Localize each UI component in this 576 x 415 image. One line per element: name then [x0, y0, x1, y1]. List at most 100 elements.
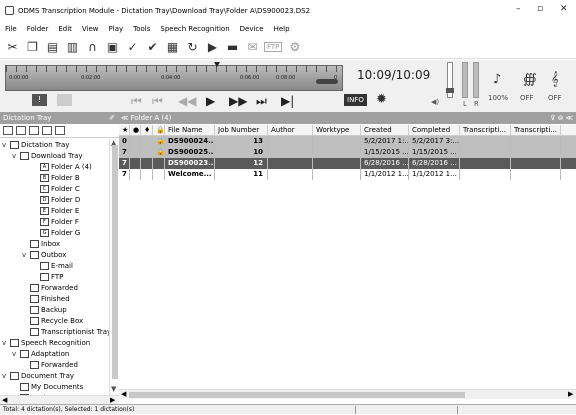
tree-node[interactable]: Forwarded	[22, 359, 78, 370]
headphones-icon[interactable]: ∩	[84, 38, 101, 55]
tree-node[interactable]: Transcriptionist Tray	[22, 326, 109, 337]
play-icon[interactable]: ▶	[206, 94, 215, 108]
dictation-row[interactable]: 7 DS900023... 12 6/28/2016 ... 6/28/2016 ...	[119, 158, 576, 169]
folder-settings-icon[interactable]	[55, 126, 65, 135]
tree-node[interactable]: Backup	[22, 304, 67, 315]
goto-start-icon[interactable]: ⏮	[131, 94, 142, 109]
menu-tools[interactable]: Tools	[133, 25, 150, 33]
tree-node[interactable]: A Folder A (4)	[32, 161, 92, 172]
column-header[interactable]: 🔒	[153, 125, 165, 135]
paste-icon[interactable]: ▤	[44, 38, 61, 55]
menu-edit[interactable]: Edit	[58, 25, 72, 33]
info-button[interactable]: INFO	[344, 94, 367, 106]
menu-file[interactable]: File	[5, 25, 17, 33]
column-header[interactable]: Transcripti...	[511, 125, 561, 135]
tree-node[interactable]: E-mail	[32, 260, 73, 271]
dictation-row[interactable]: 0 🔒 DS900024... 13 5/2/2017 1:... 5/2/2017 3:…	[119, 136, 576, 147]
playhead-marker[interactable]	[214, 62, 221, 68]
goto-end-icon[interactable]: ▶|	[281, 94, 294, 108]
ftp-label-icon[interactable]: FTP	[264, 41, 283, 52]
menu-speech-recognition[interactable]: Speech Recognition	[160, 25, 229, 33]
check-icon[interactable]: ✓	[124, 38, 141, 55]
tree-scroll-thumb[interactable]	[112, 145, 118, 379]
expand-toggle-icon[interactable]: v	[2, 372, 10, 380]
tone-icon[interactable]: 𝄞	[551, 72, 559, 87]
tree-node[interactable]: v Document Tray	[2, 370, 74, 381]
menu-folder[interactable]: Folder	[27, 25, 49, 33]
list-filter-icon[interactable]: ⊽ ⊚ ≪	[550, 112, 573, 124]
list-horizontal-scrollbar[interactable]: ◀ ▶	[119, 389, 576, 399]
tree-node[interactable]: Finished	[22, 293, 70, 304]
menu-view[interactable]: View	[82, 25, 99, 33]
tree-node[interactable]: v Speech Recognition	[2, 337, 90, 348]
column-header[interactable]: ♦	[141, 125, 153, 135]
tree-node[interactable]: Inbox	[22, 238, 60, 249]
expand-toggle-icon[interactable]: v	[2, 339, 10, 347]
fast-forward-icon[interactable]: ▶▶	[229, 94, 247, 108]
tree-node[interactable]: My Documents	[12, 381, 83, 392]
tree-node[interactable]: Recycle Box	[22, 315, 83, 326]
tree-node[interactable]: v Outbox	[22, 249, 66, 260]
speed-icon[interactable]: ♪	[493, 72, 501, 87]
tree-vertical-scrollbar[interactable]: ▲ ▼	[109, 139, 119, 395]
tree-node[interactable]: B Folder B	[32, 172, 80, 183]
column-header[interactable]: Completed	[409, 125, 460, 135]
tree-node[interactable]: E Folder E	[32, 205, 79, 216]
tree-node[interactable]: F Folder F	[32, 216, 79, 227]
recognize-icon[interactable]: ▦	[164, 38, 181, 55]
folder-properties-icon[interactable]	[29, 126, 39, 135]
position-track[interactable]: 0:00:00 0:02:00 0:04:00 0:06:00 0:08:00 …	[5, 62, 343, 91]
tree-scroll-left-icon[interactable]: ◀	[2, 396, 7, 404]
maximize-button[interactable]: ▫	[537, 4, 543, 14]
minimize-button[interactable]: –	[516, 4, 521, 14]
cut-icon[interactable]: ✂	[4, 38, 21, 55]
list-scroll-left-icon[interactable]: ◀	[121, 390, 126, 398]
tree-node[interactable]: v Adaptation	[12, 348, 69, 359]
tree-node[interactable]: G Folder G	[32, 227, 80, 238]
send-device-icon[interactable]: ▬	[224, 38, 241, 55]
open-icon[interactable]: ▣	[104, 38, 121, 55]
mail-icon[interactable]: ✉	[244, 38, 261, 55]
close-button[interactable]: ✕	[560, 4, 568, 14]
volume-slider[interactable]	[446, 62, 454, 98]
menu-play[interactable]: Play	[109, 25, 124, 33]
column-header[interactable]: Created	[361, 125, 409, 135]
volume-knob[interactable]	[446, 87, 454, 93]
add-folder-icon[interactable]	[16, 126, 26, 135]
column-header[interactable]: ●	[130, 125, 141, 135]
tree-node[interactable]: FTP	[32, 271, 63, 282]
dictation-row[interactable]: 7 Welcome... 11 1/1/2012 1... 1/1/2012 1...	[119, 169, 576, 180]
copy-icon[interactable]: ❐	[24, 38, 41, 55]
settings-icon[interactable]: ⚙	[286, 38, 303, 55]
delete-icon[interactable]: ▥	[64, 38, 81, 55]
list-scroll-right-icon[interactable]: ▶	[568, 390, 573, 398]
tree-node[interactable]: v Download Tray	[12, 150, 83, 161]
expand-toggle-icon[interactable]: v	[12, 350, 20, 358]
column-header[interactable]: Transcripti...	[460, 125, 511, 135]
column-header[interactable]: Job Number	[215, 125, 268, 135]
finish-icon[interactable]: ✔	[144, 38, 161, 55]
delete-folder-icon[interactable]	[42, 126, 52, 135]
refresh-icon[interactable]: ↻	[184, 38, 201, 55]
menu-device[interactable]: Device	[240, 25, 264, 33]
record-mode-button[interactable]	[57, 94, 72, 106]
menu-help[interactable]: Help	[274, 25, 290, 33]
tree-node[interactable]: C Folder C	[32, 183, 80, 194]
expand-toggle-icon[interactable]: v	[12, 152, 20, 160]
expand-toggle-icon[interactable]: v	[22, 251, 30, 259]
previous-index-icon[interactable]: ⏮	[152, 94, 163, 109]
record-indicator[interactable]: !	[32, 94, 47, 106]
column-header[interactable]: File Name	[165, 125, 215, 135]
column-header[interactable]: ★	[119, 125, 130, 135]
column-header[interactable]: Worktype	[313, 125, 361, 135]
tree-node[interactable]: Forwarded	[22, 282, 78, 293]
list-scroll-thumb[interactable]	[129, 392, 465, 398]
player-settings-icon[interactable]: ✹	[376, 92, 387, 107]
noise-cancel-icon[interactable]: ∰	[523, 72, 537, 87]
next-index-icon[interactable]: ⏭	[256, 94, 267, 109]
tree-pane-pin-icon[interactable]: ✐	[109, 112, 115, 124]
scroll-down-icon[interactable]: ▼	[111, 385, 116, 393]
back-icon[interactable]: ≪	[121, 114, 131, 122]
send-icon[interactable]: ▶	[204, 38, 221, 55]
tree-scroll-right-icon[interactable]: ▶	[110, 396, 115, 404]
